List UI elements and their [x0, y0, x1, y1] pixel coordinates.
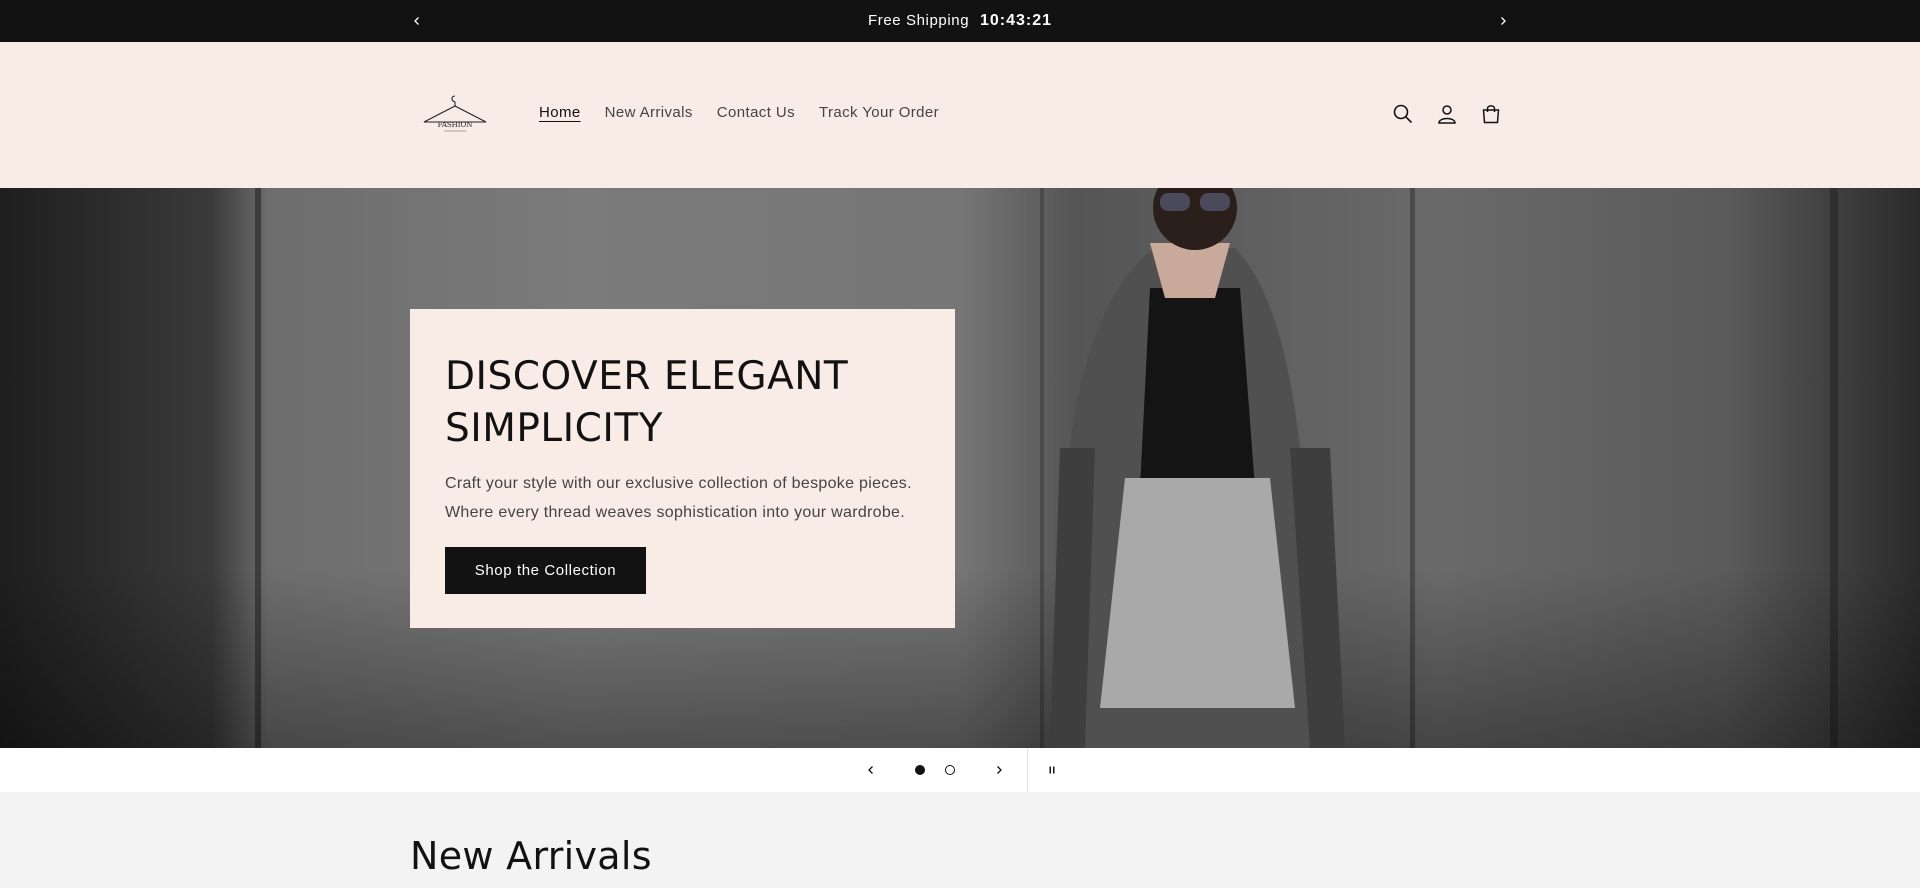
- controls-divider: [1027, 748, 1028, 792]
- nav-home[interactable]: Home: [539, 104, 581, 121]
- main-nav: Home New Arrivals Contact Us Track Your …: [539, 104, 939, 121]
- slideshow-controls: [0, 748, 1920, 792]
- announcement-bar: Free Shipping 10:43:21: [0, 0, 1920, 42]
- slide-prev-button[interactable]: [859, 758, 883, 782]
- chevron-right-icon: [1501, 17, 1506, 25]
- store-logo[interactable]: FASHION: [420, 92, 490, 134]
- account-button[interactable]: [1434, 101, 1460, 127]
- hero-content-card: DISCOVER ELEGANT SIMPLICITY Craft your s…: [410, 309, 955, 628]
- search-icon: [1393, 104, 1413, 124]
- site-header: FASHION Home New Arrivals Contact Us Tra…: [0, 42, 1920, 188]
- hero-heading: DISCOVER ELEGANT SIMPLICITY: [445, 354, 849, 451]
- nav-contact-us[interactable]: Contact Us: [717, 104, 795, 121]
- account-icon: [1438, 105, 1456, 124]
- svg-text:FASHION: FASHION: [438, 121, 473, 129]
- hero-image: [0, 188, 1920, 748]
- cart-icon: [1482, 105, 1500, 124]
- announcement-message: Free Shipping 10:43:21: [0, 12, 1920, 30]
- slide-pause-button[interactable]: [1040, 758, 1064, 782]
- announcement-next-button[interactable]: [1491, 9, 1515, 33]
- new-arrivals-section: New Arrivals: [0, 792, 1920, 888]
- pause-icon: [1049, 766, 1055, 774]
- search-button[interactable]: [1390, 101, 1416, 127]
- cart-button[interactable]: [1478, 101, 1504, 127]
- slide-dot-2[interactable]: [945, 765, 955, 775]
- section-title: New Arrivals: [410, 834, 652, 878]
- hero-description: Craft your style with our exclusive coll…: [445, 475, 912, 521]
- header-icons: [1390, 101, 1504, 127]
- nav-track-order[interactable]: Track Your Order: [819, 104, 939, 121]
- announcement-text: Free Shipping: [867, 12, 970, 29]
- nav-new-arrivals[interactable]: New Arrivals: [605, 104, 693, 121]
- hero-slideshow: DISCOVER ELEGANT SIMPLICITY Craft your s…: [0, 188, 1920, 748]
- slide-dot-1[interactable]: [915, 765, 925, 775]
- chevron-right-icon: [997, 766, 1002, 774]
- countdown-timer: 10:43:21: [979, 12, 1053, 29]
- chevron-left-icon: [868, 766, 873, 774]
- slide-next-button[interactable]: [987, 758, 1011, 782]
- shop-collection-button[interactable]: Shop the Collection: [445, 547, 646, 594]
- hanger-logo-icon: FASHION: [423, 95, 487, 132]
